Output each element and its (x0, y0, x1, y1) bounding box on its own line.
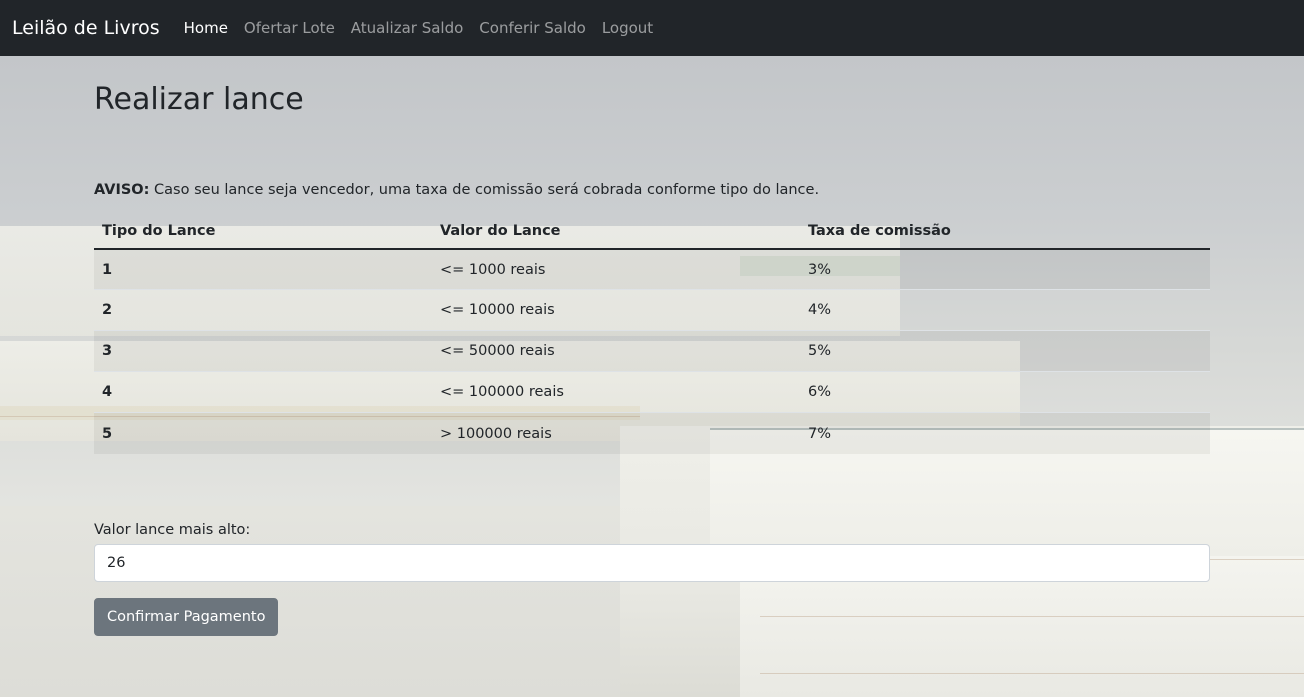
cell-taxa: 7% (800, 412, 1210, 454)
table-header-row: Tipo do Lance Valor do Lance Taxa de com… (94, 215, 1210, 250)
highest-bid-value: 26 (107, 554, 126, 571)
confirm-payment-button[interactable]: Confirmar Pagamento (94, 597, 279, 636)
notice-text: Caso seu lance seja vencedor, uma taxa d… (149, 182, 820, 198)
cell-taxa: 3% (800, 248, 1210, 290)
nav-link-atualizar-saldo[interactable]: Atualizar Saldo (351, 19, 464, 37)
cell-taxa: 5% (800, 330, 1210, 372)
page-title: Realizar lance (94, 82, 304, 117)
cell-valor: <= 50000 reais (432, 330, 800, 372)
table-row: 2 <= 10000 reais 4% (94, 289, 1210, 331)
commission-table: Tipo do Lance Valor do Lance Taxa de com… (94, 215, 1210, 454)
nav-link-ofertar-lote[interactable]: Ofertar Lote (244, 19, 335, 37)
main-content: Realizar lance AVISO: Caso seu lance sej… (94, 56, 1210, 636)
table-row: 5 > 100000 reais 7% (94, 412, 1210, 454)
cell-valor: <= 10000 reais (432, 289, 800, 331)
highest-bid-input[interactable]: 26 (94, 543, 1210, 582)
cell-tipo: 5 (94, 412, 432, 454)
top-navbar: Leilão de Livros Home Ofertar Lote Atual… (0, 0, 1304, 56)
navbar-brand[interactable]: Leilão de Livros (12, 17, 160, 39)
table-row: 4 <= 100000 reais 6% (94, 371, 1210, 413)
cell-taxa: 4% (800, 289, 1210, 331)
cell-taxa: 6% (800, 371, 1210, 413)
table-row: 3 <= 50000 reais 5% (94, 330, 1210, 372)
notice-label: AVISO: (94, 182, 150, 198)
table-row: 1 <= 1000 reais 3% (94, 248, 1210, 290)
cell-tipo: 4 (94, 371, 432, 413)
column-header-taxa: Taxa de comissão (800, 215, 1210, 250)
cell-tipo: 1 (94, 248, 432, 290)
cell-valor: > 100000 reais (432, 412, 800, 454)
nav-link-logout[interactable]: Logout (602, 19, 653, 37)
cell-valor: <= 100000 reais (432, 371, 800, 413)
highest-bid-label: Valor lance mais alto: (94, 521, 251, 538)
cell-valor: <= 1000 reais (432, 248, 800, 290)
cell-tipo: 3 (94, 330, 432, 372)
cell-tipo: 2 (94, 289, 432, 331)
nav-link-conferir-saldo[interactable]: Conferir Saldo (479, 19, 586, 37)
column-header-valor: Valor do Lance (432, 215, 800, 250)
column-header-tipo: Tipo do Lance (94, 215, 432, 250)
nav-link-home[interactable]: Home (184, 19, 228, 37)
commission-notice: AVISO: Caso seu lance seja vencedor, uma… (94, 180, 1210, 202)
